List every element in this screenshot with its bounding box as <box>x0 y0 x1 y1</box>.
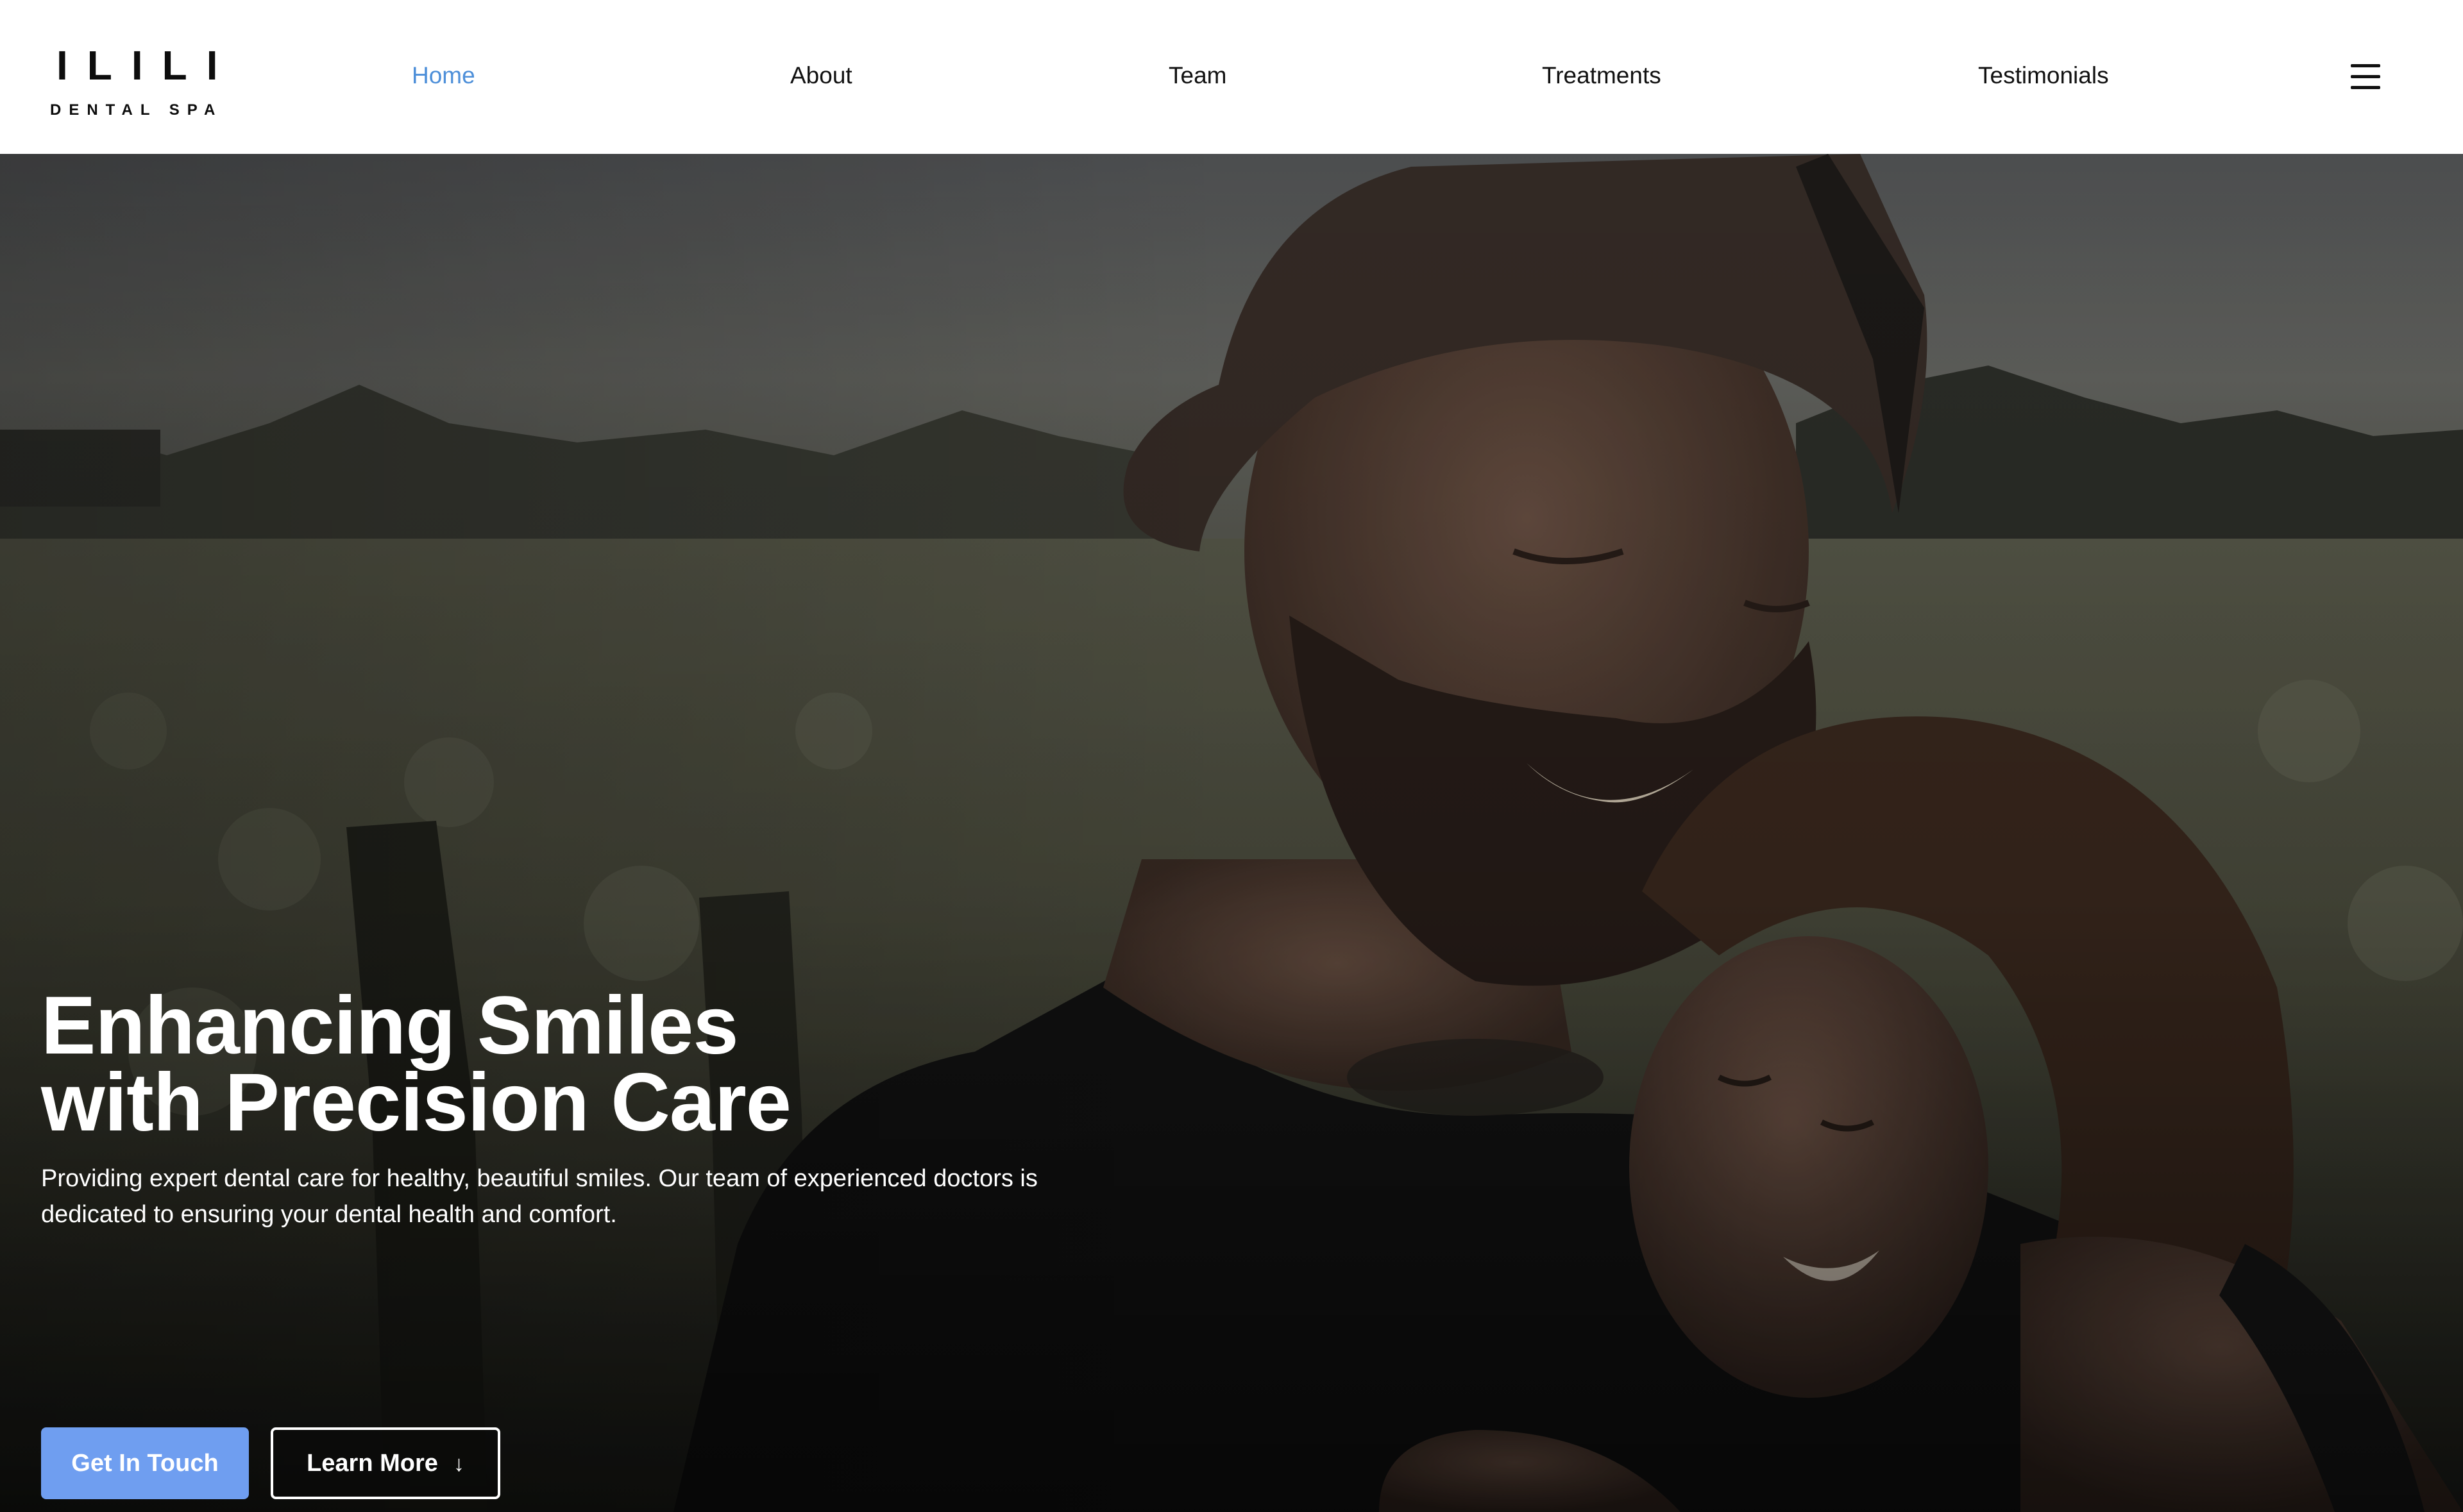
hero-background-photo <box>0 154 2463 1512</box>
hero-content: Enhancing Smiles with Precision Care Pro… <box>41 980 1196 1232</box>
nav-link-treatments[interactable]: Treatments <box>1542 62 1661 90</box>
hero-title-line-1: Enhancing Smiles <box>41 980 739 1071</box>
logo-tagline: DENTAL SPA <box>50 101 223 119</box>
nav-link-home[interactable]: Home <box>412 62 475 90</box>
learn-more-label: Learn More <box>307 1450 438 1477</box>
learn-more-button[interactable]: Learn More ↓ <box>271 1427 500 1499</box>
logo-wordmark: ILILI <box>56 42 237 88</box>
arrow-down-icon: ↓ <box>453 1452 464 1476</box>
nav-link-testimonials[interactable]: Testimonials <box>1978 62 2109 90</box>
hero-title: Enhancing Smiles with Precision Care <box>41 980 1196 1148</box>
get-in-touch-button[interactable]: Get In Touch <box>41 1427 249 1499</box>
hero-description: Providing expert dental care for healthy… <box>41 1165 1038 1228</box>
nav-link-team[interactable]: Team <box>1169 62 1226 90</box>
hero-title-line-2: with Precision Care <box>41 1057 791 1148</box>
logo[interactable]: ILILI DENTAL SPA <box>50 42 237 122</box>
site-header: ILILI DENTAL SPA Home About Team Treatme… <box>0 0 2463 154</box>
hamburger-menu-icon[interactable] <box>2351 64 2380 90</box>
hero-section: Enhancing Smiles with Precision Care Pro… <box>0 154 2463 1512</box>
nav-link-about[interactable]: About <box>790 62 852 90</box>
